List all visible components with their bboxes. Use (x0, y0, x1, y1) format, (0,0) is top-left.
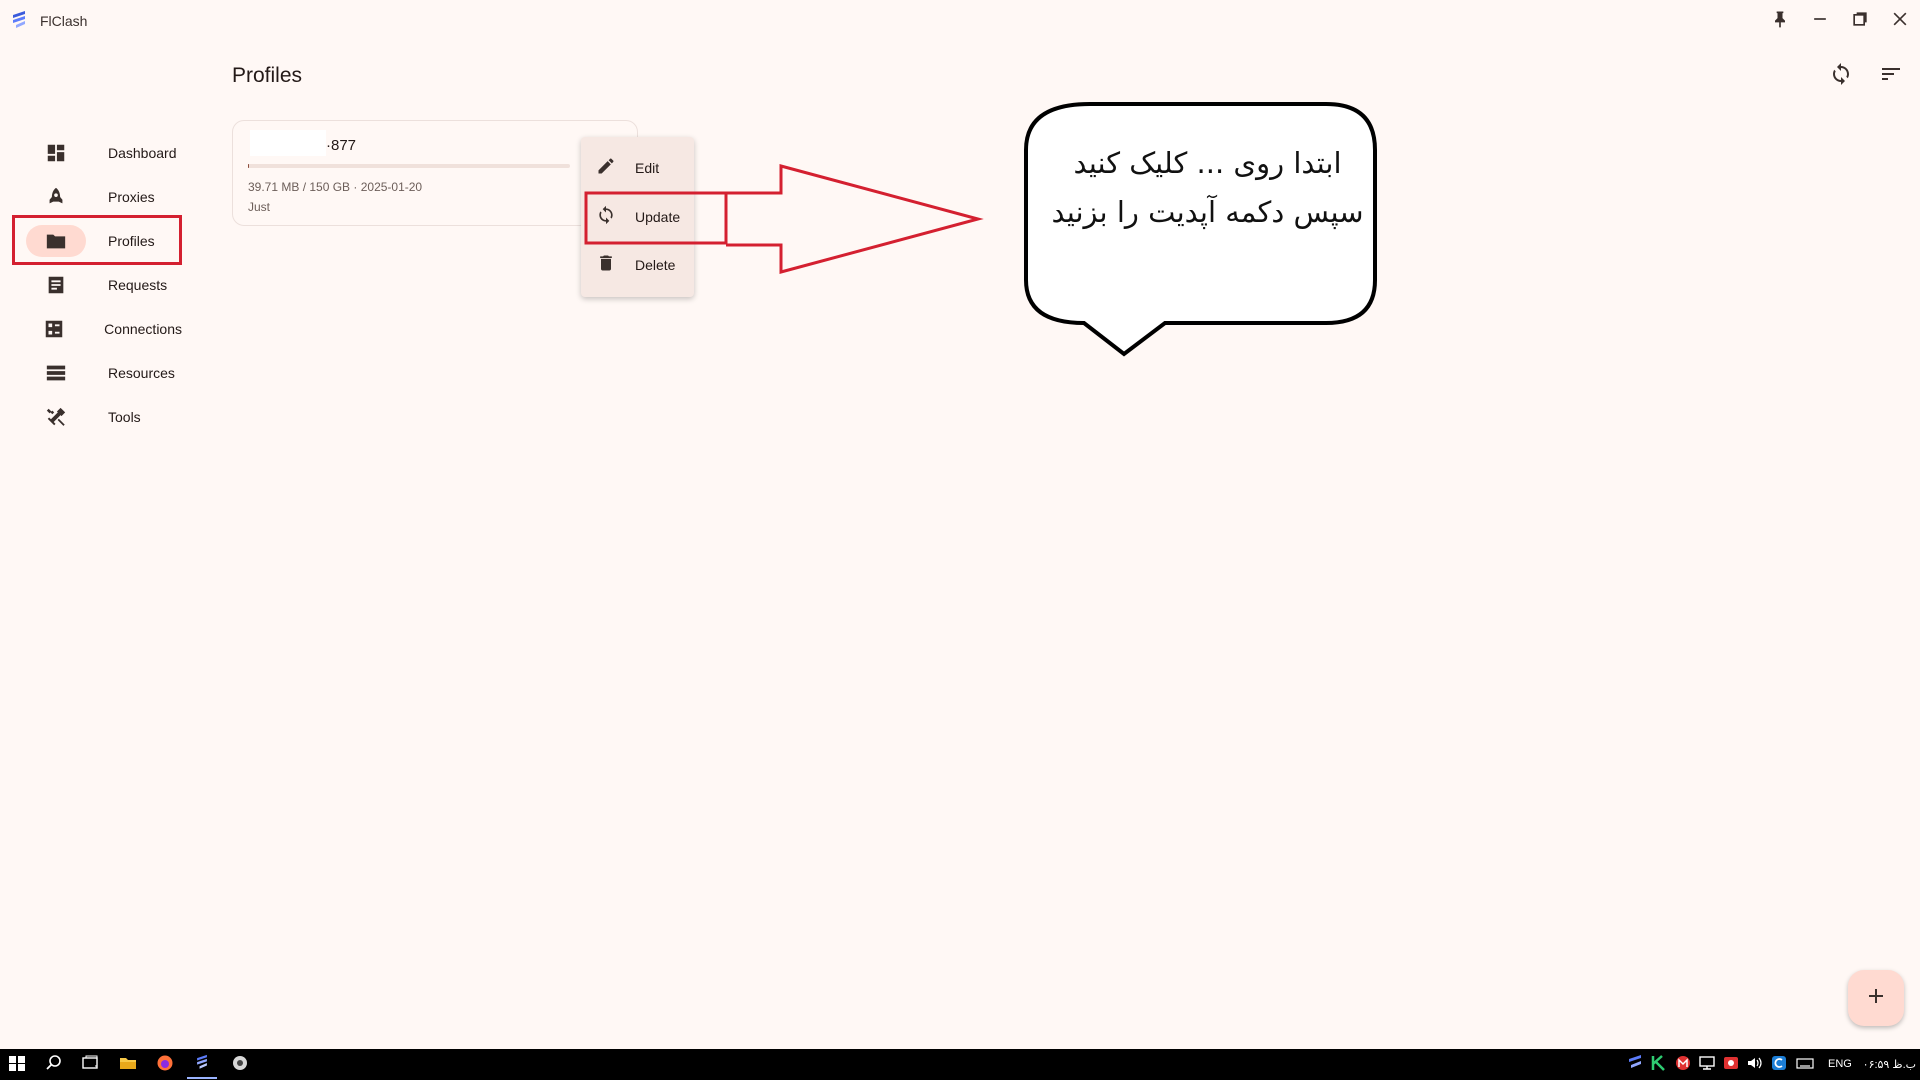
c-app-icon (1770, 1054, 1788, 1077)
k-app-icon (1650, 1054, 1668, 1077)
app-title: FlClash (40, 13, 88, 29)
record-icon (1722, 1054, 1740, 1077)
sidebar-item-label: Connections (104, 321, 182, 337)
sort-icon (1879, 62, 1903, 91)
flclash-logo-icon (10, 10, 28, 32)
sidebar-item-label: Requests (108, 277, 168, 293)
tray-record[interactable] (1718, 1052, 1744, 1078)
tray-m-app[interactable] (1670, 1052, 1696, 1078)
sidebar-item-requests[interactable]: Requests (12, 265, 182, 305)
storage-icon (26, 357, 86, 389)
title-bar: FlClash (0, 0, 1920, 42)
volume-icon (1746, 1054, 1764, 1077)
taskbar-search-button[interactable] (41, 1052, 67, 1078)
rocket-icon (26, 181, 86, 213)
close-icon (1890, 9, 1910, 34)
firefox-icon (156, 1054, 174, 1077)
tray-c-app[interactable] (1766, 1052, 1792, 1078)
tray-k-app[interactable] (1646, 1052, 1672, 1078)
active-app-indicator (187, 1077, 217, 1079)
m-app-icon (1674, 1054, 1692, 1077)
task-view-icon (81, 1054, 99, 1077)
speech-bubble (1024, 102, 1377, 357)
add-profile-button[interactable] (1848, 970, 1904, 1026)
sort-button[interactable] (1877, 62, 1905, 90)
flclash-icon (1626, 1054, 1644, 1077)
keyboard-icon (1796, 1054, 1814, 1077)
network-icon (1698, 1054, 1716, 1077)
tray-language[interactable]: ENG (1828, 1058, 1852, 1070)
menu-item-delete[interactable]: Delete (581, 243, 694, 287)
page-title: Profiles (232, 64, 303, 87)
sidebar-item-connections[interactable]: Connections (12, 309, 182, 349)
menu-item-label: Update (635, 209, 681, 225)
delete-icon (581, 253, 616, 278)
sync-button[interactable] (1827, 62, 1855, 90)
profile-name: ·877 (326, 137, 357, 154)
update-icon (581, 205, 616, 230)
windows-logo-icon (8, 1054, 26, 1077)
sidebar-item-label: Tools (108, 409, 141, 425)
sidebar-item-resources[interactable]: Resources (12, 353, 182, 393)
tray-network[interactable] (1694, 1052, 1720, 1078)
taskbar-file-explorer[interactable] (115, 1052, 141, 1078)
tray-clock[interactable]: ب.ظ ۰۶:۵۹ (1860, 1058, 1916, 1071)
tools-icon (26, 401, 86, 433)
sync-icon (1829, 62, 1853, 91)
connections-icon (26, 313, 82, 345)
annotation-line-1: ابتدا روی ... کلیک کنید (1073, 146, 1342, 180)
pin-icon (1770, 9, 1790, 34)
add-icon (1864, 984, 1888, 1013)
sidebar-item-label: Resources (108, 365, 175, 381)
profiles-highlight-box (12, 215, 182, 265)
menu-item-label: Edit (635, 160, 660, 176)
menu-item-update[interactable]: Update (581, 195, 694, 239)
app-icon (231, 1054, 249, 1077)
profile-usage-bar (248, 164, 570, 168)
tray-keyboard[interactable] (1792, 1052, 1818, 1078)
tray-volume[interactable] (1742, 1052, 1768, 1078)
taskbar-firefox[interactable] (152, 1052, 178, 1078)
dashboard-icon (26, 137, 86, 169)
profile-usage-text: 39.71 MB / 150 GB · 2025-01-20 (248, 180, 423, 194)
close-button[interactable] (1885, 6, 1915, 36)
minimize-icon (1810, 9, 1830, 34)
taskbar-flclash[interactable] (189, 1052, 215, 1078)
tray-flclash[interactable] (1622, 1052, 1648, 1078)
sidebar-item-proxies[interactable]: Proxies (12, 177, 182, 217)
menu-item-edit[interactable]: Edit (581, 146, 694, 190)
profile-updated-text: Just (248, 200, 271, 214)
edit-icon (581, 156, 616, 181)
sidebar-item-tools[interactable]: Tools (12, 397, 182, 437)
redacted-name-mask (250, 130, 326, 156)
task-view-button[interactable] (77, 1052, 103, 1078)
sidebar-item-label: Dashboard (108, 145, 177, 161)
sidebar-item-label: Proxies (108, 189, 155, 205)
maximize-button[interactable] (1845, 6, 1875, 36)
folder-icon (119, 1054, 137, 1077)
sidebar-item-dashboard[interactable]: Dashboard (12, 133, 182, 173)
search-icon (45, 1054, 63, 1077)
menu-item-label: Delete (635, 257, 676, 273)
pin-button[interactable] (1765, 6, 1795, 36)
flclash-icon (193, 1054, 211, 1077)
request-icon (26, 269, 86, 301)
maximize-icon (1850, 9, 1870, 34)
minimize-button[interactable] (1805, 6, 1835, 36)
annotation-line-2: سپس دکمه آپدیت را بزنید (1051, 195, 1364, 229)
annotation-arrow (726, 164, 984, 274)
taskbar-app[interactable] (227, 1052, 253, 1078)
start-button[interactable] (4, 1052, 30, 1078)
